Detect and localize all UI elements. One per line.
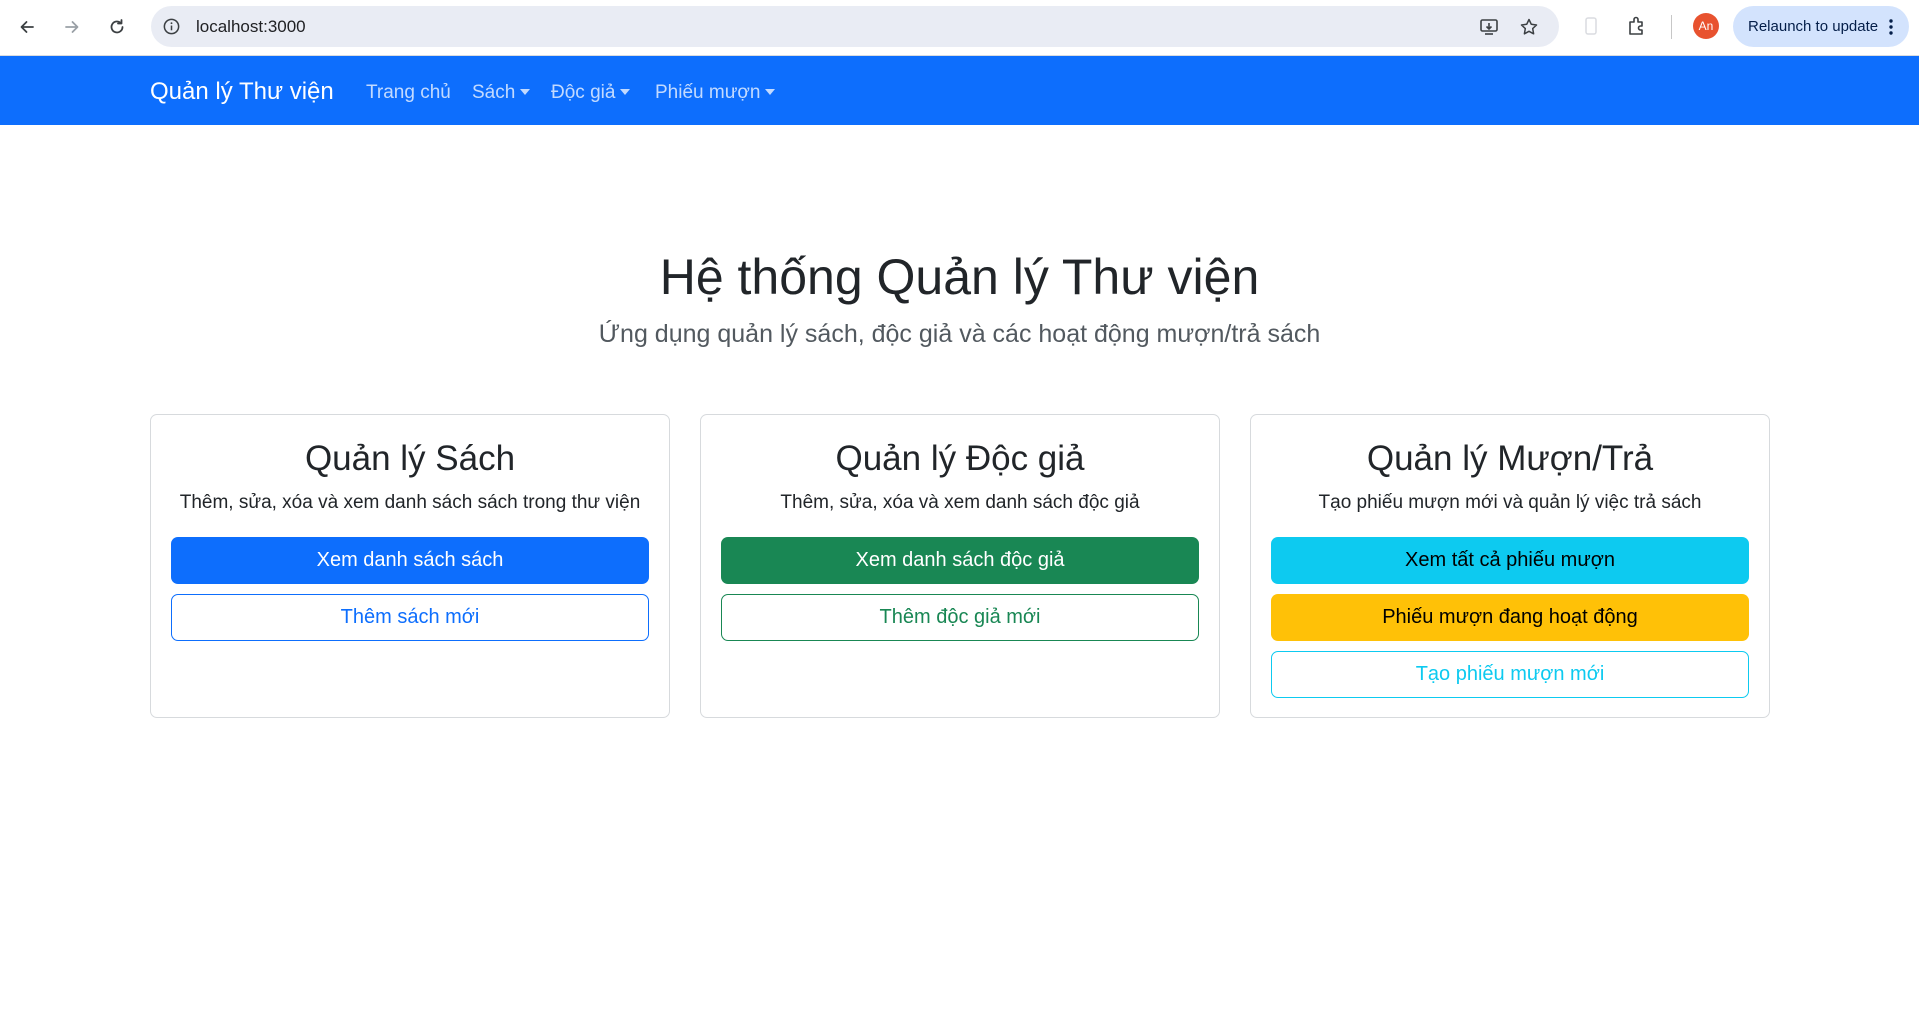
nav-item-books-dropdown[interactable]: Sách: [472, 82, 531, 104]
relaunch-label: Relaunch to update: [1748, 18, 1879, 35]
books-card: Quản lý Sách Thêm, sửa, xóa và xem danh …: [150, 414, 670, 718]
view-books-button[interactable]: Xem danh sách sách: [171, 537, 649, 584]
card-text: Thêm, sửa, xóa và xem danh sách độc giả: [780, 492, 1140, 513]
install-app-icon[interactable]: [1479, 17, 1499, 37]
bookmark-star-icon[interactable]: [1519, 17, 1539, 37]
card-text: Thêm, sửa, xóa và xem danh sách sách tro…: [179, 492, 641, 513]
address-bar[interactable]: localhost:3000: [151, 6, 1559, 47]
add-book-button[interactable]: Thêm sách mới: [171, 594, 649, 641]
create-loan-button[interactable]: Tạo phiếu mượn mới: [1271, 651, 1749, 698]
nav-item-readers-dropdown[interactable]: Độc giả: [551, 82, 631, 104]
card-title: Quản lý Mượn/Trả: [1366, 439, 1654, 478]
site-info-icon[interactable]: [162, 17, 181, 36]
caret-down-icon: [520, 89, 531, 95]
nav-item-label: Phiếu mượn: [655, 82, 761, 103]
forward-button[interactable]: [57, 12, 87, 42]
toolbar-divider: [1671, 15, 1672, 39]
app-navbar: Quản lý Thư viện Trang chủ Sách Độc giả …: [0, 56, 1919, 125]
view-readers-button[interactable]: Xem danh sách độc giả: [721, 537, 1199, 584]
card-text: Tạo phiếu mượn mới và quản lý việc trả s…: [1318, 492, 1702, 513]
card-title: Quản lý Độc giả: [835, 439, 1085, 478]
reload-button[interactable]: [102, 12, 132, 42]
back-button[interactable]: [12, 12, 42, 42]
add-reader-button[interactable]: Thêm độc giả mới: [721, 594, 1199, 641]
active-loans-button[interactable]: Phiếu mượn đang hoạt động: [1271, 594, 1749, 641]
back-arrow-icon: [20, 21, 34, 33]
side-panel-icon[interactable]: [1580, 15, 1602, 37]
url-text[interactable]: localhost:3000: [196, 17, 306, 37]
caret-down-icon: [765, 89, 776, 95]
profile-avatar[interactable]: An: [1693, 13, 1719, 39]
nav-item-home[interactable]: Trang chủ: [366, 82, 451, 104]
more-menu-icon[interactable]: [1883, 18, 1899, 36]
view-all-loans-button[interactable]: Xem tất cả phiếu mượn: [1271, 537, 1749, 584]
page-title: Hệ thống Quản lý Thư viện: [659, 249, 1260, 305]
reload-icon: [110, 19, 124, 34]
nav-item-label: Sách: [472, 82, 516, 103]
page-subtitle: Ứng dụng quản lý sách, độc giả và các ho…: [598, 320, 1321, 348]
nav-item-label: Trang chủ: [366, 82, 451, 103]
browser-toolbar: localhost:3000 An Relaunch to update: [0, 0, 1919, 56]
readers-card: Quản lý Độc giả Thêm, sửa, xóa và xem da…: [700, 414, 1220, 718]
loans-card: Quản lý Mượn/Trả Tạo phiếu mượn mới và q…: [1250, 414, 1770, 718]
forward-arrow-icon: [65, 21, 79, 33]
nav-item-loans-dropdown[interactable]: Phiếu mượn: [655, 82, 776, 104]
relaunch-button[interactable]: Relaunch to update: [1733, 6, 1909, 47]
caret-down-icon: [620, 89, 631, 95]
extensions-icon[interactable]: [1626, 15, 1648, 37]
card-title: Quản lý Sách: [304, 439, 516, 478]
nav-item-label: Độc giả: [551, 82, 616, 103]
navbar-brand[interactable]: Quản lý Thư viện: [150, 78, 334, 106]
